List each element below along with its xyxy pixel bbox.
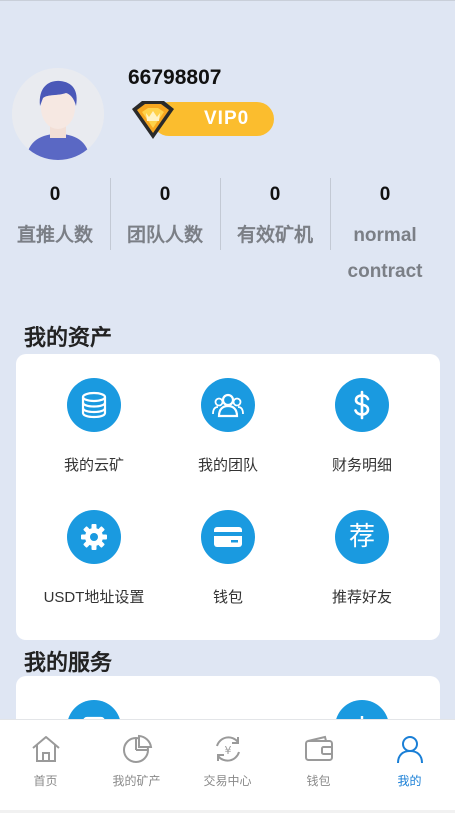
pie-chart-icon	[122, 734, 152, 763]
tile-usdt-address[interactable]: USDT地址设置	[24, 510, 164, 607]
wallet-icon	[304, 735, 333, 761]
stat-label: 团队人数	[126, 225, 203, 246]
home-icon	[31, 736, 60, 762]
nav-label: 钱包	[306, 774, 331, 788]
nav-label: 交易中心	[203, 774, 252, 788]
assets-section-title: 我的资产	[24, 325, 113, 350]
nav-my-minerals[interactable]: 我的矿产	[91, 734, 182, 789]
tile-icon-circle	[67, 378, 121, 432]
stats-row: 0 直推人数 0 团队人数 0 有效矿机 0 normal contract	[0, 178, 455, 288]
stat-value: 0	[269, 184, 281, 205]
tile-my-team[interactable]: 我的团队	[158, 378, 298, 475]
nav-trading-center[interactable]: ¥ 交易中心	[182, 734, 273, 789]
tile-financial-details[interactable]: 财务明细	[292, 378, 432, 475]
dollar-icon	[354, 390, 370, 420]
stat-normal-contract[interactable]: 0 normal contract	[330, 178, 440, 290]
tile-label: 我的云矿	[63, 457, 124, 474]
team-icon	[212, 393, 244, 418]
stat-team-count[interactable]: 0 团队人数	[110, 178, 220, 254]
tile-wallet[interactable]: 钱包	[158, 510, 298, 607]
stat-label: 有效矿机	[236, 225, 313, 246]
nav-wallet[interactable]: 钱包	[273, 734, 364, 789]
exchange-icon: ¥	[215, 736, 240, 762]
tile-my-cloud-mining[interactable]: 我的云矿	[24, 378, 164, 475]
nav-label: 我的	[397, 774, 422, 788]
tile-icon-circle	[67, 510, 121, 564]
tile-label: 我的团队	[197, 457, 258, 474]
assets-card: 我的云矿 我的团队 财务明细 USDT地址设置 钱包 荐 推荐好友	[16, 354, 440, 640]
nav-label: 首页	[33, 774, 58, 788]
user-id: 66798807	[128, 66, 222, 89]
vip-crown-icon	[132, 101, 174, 139]
tile-label: 推荐好友	[331, 589, 392, 606]
stat-value: 0	[379, 184, 391, 205]
recommend-icon: 荐	[348, 522, 375, 552]
tile-icon-circle	[201, 510, 255, 564]
stat-label: normal contract	[347, 225, 423, 282]
tile-label: 财务明细	[331, 457, 392, 474]
bottom-nav: 首页 我的矿产 ¥ 交易中心 钱包 我的	[0, 719, 455, 813]
nav-home[interactable]: 首页	[0, 734, 91, 789]
tile-icon-circle	[335, 378, 389, 432]
stat-value: 0	[49, 184, 61, 205]
vip-badge: VIP0	[128, 99, 276, 141]
user-avatar-icon	[12, 68, 104, 160]
stat-active-miners[interactable]: 0 有效矿机	[220, 178, 330, 254]
nav-label: 我的矿产	[112, 774, 161, 788]
user-icon	[396, 736, 423, 764]
database-icon	[81, 391, 107, 419]
tile-label: USDT地址设置	[43, 589, 145, 606]
nav-mine[interactable]: 我的	[364, 734, 455, 789]
tile-icon-circle: 荐	[335, 510, 389, 564]
stat-direct-referrals[interactable]: 0 直推人数	[0, 178, 110, 254]
services-section-title: 我的服务	[24, 650, 113, 675]
stat-value: 0	[159, 184, 171, 205]
stat-label: 直推人数	[16, 225, 93, 246]
top-divider	[0, 0, 455, 1]
tile-icon-circle	[201, 378, 255, 432]
avatar[interactable]	[12, 68, 104, 160]
gear-icon	[81, 524, 107, 550]
vip-level: VIP0	[204, 108, 250, 129]
svg-text:¥: ¥	[224, 744, 231, 757]
tile-recommend-friends[interactable]: 荐 推荐好友	[292, 510, 432, 607]
card-icon	[214, 527, 242, 547]
tile-label: 钱包	[212, 589, 243, 606]
